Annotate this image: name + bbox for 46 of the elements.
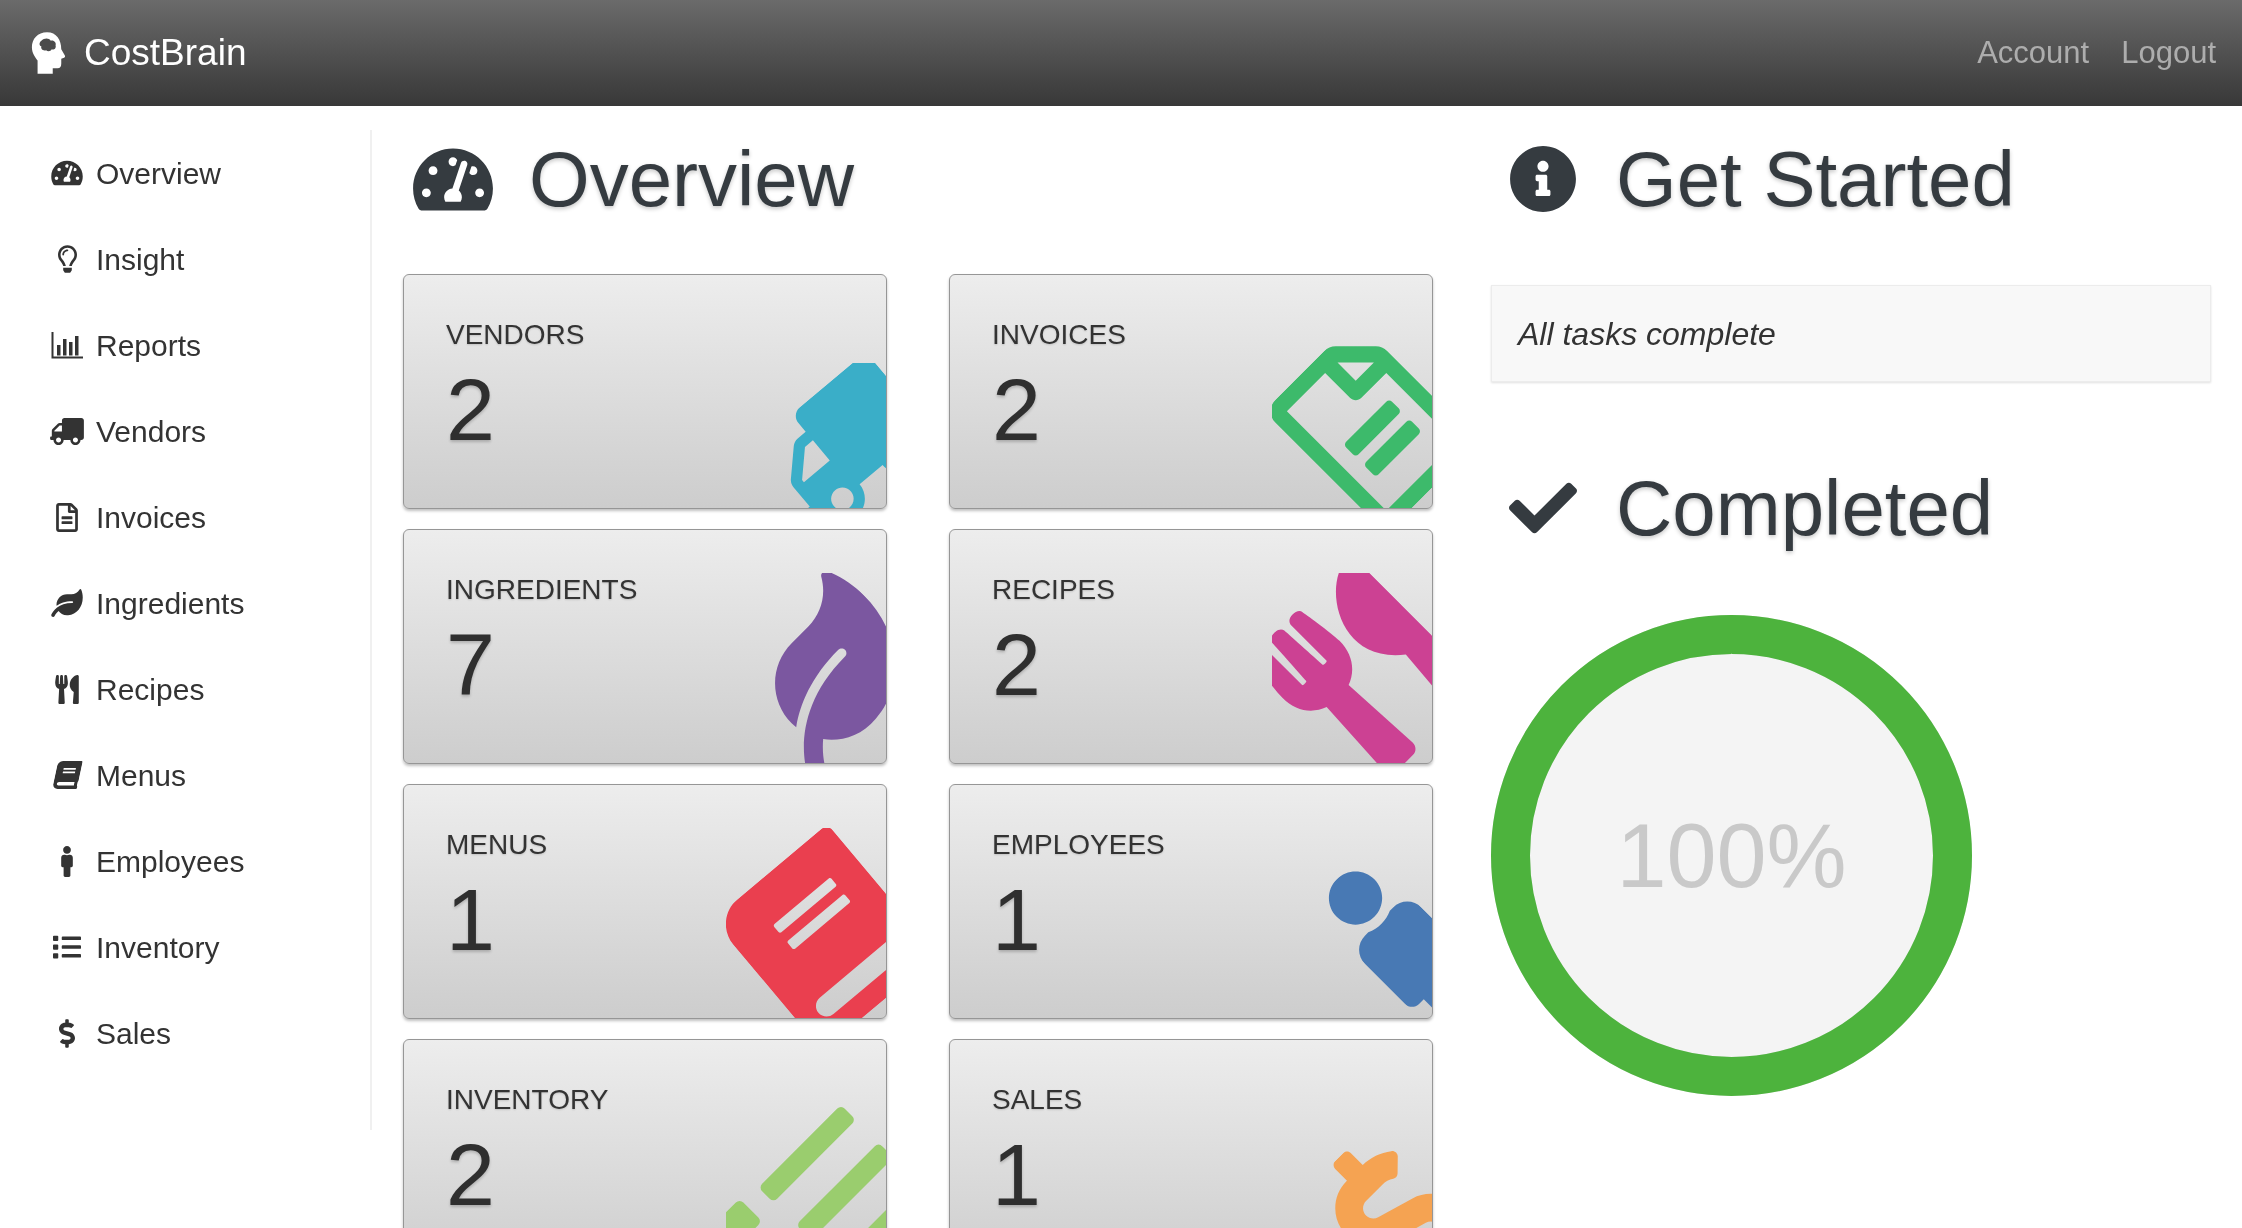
- card-label: MENUS: [446, 828, 548, 862]
- card-label: INVENTORY: [446, 1083, 609, 1117]
- lightbulb-icon: [57, 245, 77, 273]
- head-icon: [30, 31, 66, 75]
- card-count: 1: [992, 876, 1041, 964]
- sidebar-item[interactable]: Insight: [50, 216, 370, 302]
- sidebar-item[interactable]: Invoices: [50, 474, 370, 560]
- bar-chart-icon: [51, 331, 83, 359]
- sidebar-item[interactable]: Sales: [50, 990, 370, 1076]
- card-count: 2: [446, 1131, 495, 1219]
- sidebar-item[interactable]: Overview: [50, 130, 370, 216]
- sidebar-item[interactable]: Vendors: [50, 388, 370, 474]
- card-count: 2: [992, 366, 1041, 454]
- card-count: 1: [992, 1131, 1041, 1219]
- dollar-icon: [59, 1018, 75, 1048]
- card-count: 1: [446, 876, 495, 964]
- card-label: VENDORS: [446, 318, 585, 352]
- nav-link[interactable]: Logout: [2121, 29, 2216, 77]
- book-icon: [51, 761, 83, 789]
- card-count: 2: [446, 366, 495, 454]
- sidebar-item[interactable]: Recipes: [50, 646, 370, 732]
- section-title: Overview: [529, 140, 855, 218]
- card-count: 2: [992, 621, 1041, 709]
- list-icon: [53, 933, 81, 961]
- card-label: EMPLOYEES: [992, 828, 1165, 862]
- document-icon: [56, 502, 78, 532]
- sidebar-item[interactable]: Ingredients: [50, 560, 370, 646]
- leaf-icon: [51, 589, 83, 617]
- person-icon: [61, 845, 73, 877]
- section-title: Get Started: [1616, 140, 2015, 218]
- nav-link[interactable]: Account: [1977, 29, 2090, 77]
- sidebar-item[interactable]: Reports: [50, 302, 370, 388]
- card-label: INVOICES: [992, 318, 1126, 352]
- sidebar-item[interactable]: Employees: [50, 818, 370, 904]
- status-message: All tasks complete: [1518, 314, 1776, 354]
- brand-link[interactable]: CostBrain: [84, 25, 247, 81]
- info-icon: [1509, 145, 1577, 213]
- sidebar-item[interactable]: Menus: [50, 732, 370, 818]
- sidebar-item[interactable]: Inventory: [50, 904, 370, 990]
- card-label: RECIPES: [992, 573, 1115, 607]
- card-label: SALES: [992, 1083, 1083, 1117]
- card-count: 7: [446, 621, 495, 709]
- gauge-icon: [51, 159, 83, 187]
- cutlery-icon: [55, 674, 79, 704]
- card-label: INGREDIENTS: [446, 573, 638, 607]
- truck-icon: [50, 417, 84, 445]
